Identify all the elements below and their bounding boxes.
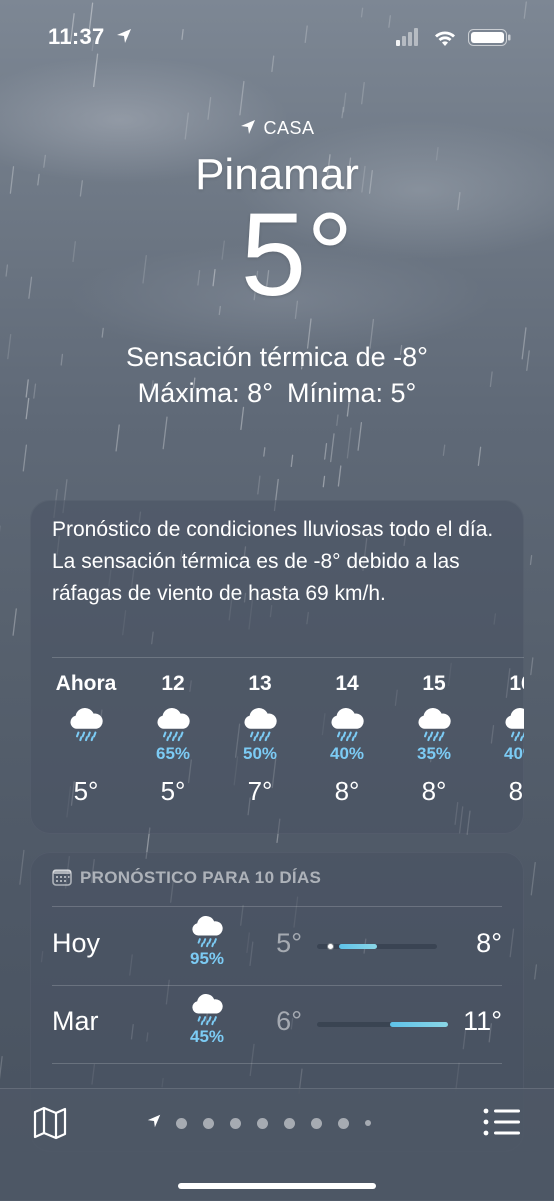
hour-item: 14 40% 8° [307, 672, 387, 807]
rain-cloud-icon [394, 706, 474, 742]
ten-day-title: PRONÓSTICO PARA 10 DÍAS [80, 868, 321, 887]
day-row[interactable]: Mar 45% 6° 11° [52, 986, 502, 1062]
rain-cloud-icon: 95% [182, 916, 232, 969]
rain-cloud-icon [481, 706, 524, 742]
forecast-summary: Pronóstico de condiciones lluviosas todo… [52, 514, 507, 610]
rain-cloud-icon [220, 706, 300, 742]
high-low: Máxima: 8° Mínima: 5° [0, 378, 554, 409]
list-icon[interactable] [482, 1107, 522, 1137]
location-arrow-icon [115, 27, 133, 45]
hour-label: 16 [481, 672, 524, 702]
hour-temp: 5° [46, 776, 126, 807]
hourly-list[interactable]: Ahora 5° 12 65% 5° 13 50% 7° 14 40% 8° 15 35% 8° 16 40%… [30, 672, 524, 822]
current-temperature: 5° [0, 196, 554, 314]
current-temp-marker [327, 943, 334, 950]
map-icon[interactable] [30, 1105, 70, 1141]
wifi-icon [435, 32, 455, 47]
location-label-text: CASA [263, 118, 314, 138]
day-name: Mar [52, 1006, 99, 1037]
precip-chance: 50% [220, 744, 300, 766]
hour-temp: 8° [481, 776, 524, 807]
day-name: Hoy [52, 928, 100, 959]
high-temp: Máxima: 8° [138, 378, 273, 408]
hour-label: Ahora [46, 672, 126, 702]
page-dot[interactable] [257, 1118, 268, 1129]
location-arrow-icon [239, 118, 257, 136]
bottom-toolbar [0, 1088, 554, 1201]
battery-icon [469, 30, 511, 46]
rain-cloud-icon: 45% [182, 994, 232, 1047]
page-dot[interactable] [338, 1118, 349, 1129]
precip-chance: 65% [133, 744, 213, 766]
temp-range-bar [317, 1022, 437, 1027]
page-dot[interactable] [365, 1120, 371, 1126]
hour-item: Ahora 5° [46, 672, 126, 807]
precip-chance: 40% [307, 744, 387, 766]
rain-cloud-icon [46, 706, 126, 742]
day-high-temp: 8° [476, 928, 502, 959]
status-icons [396, 26, 516, 48]
hour-label: 13 [220, 672, 300, 702]
hourly-forecast-card[interactable]: Pronóstico de condiciones lluviosas todo… [30, 500, 524, 834]
page-dot[interactable] [284, 1118, 295, 1129]
signal-icon [396, 28, 418, 46]
divider [52, 657, 524, 658]
temp-range-bar [317, 944, 437, 949]
page-dot[interactable] [230, 1118, 241, 1129]
hour-label: 14 [307, 672, 387, 702]
page-dot[interactable] [176, 1118, 187, 1129]
temp-range-fill [339, 944, 377, 949]
day-low-temp: 6° [252, 1006, 302, 1037]
ten-day-header: PRONÓSTICO PARA 10 DÍAS [52, 868, 321, 888]
day-low-temp: 5° [252, 928, 302, 959]
hour-temp: 5° [133, 776, 213, 807]
status-time-text: 11:37 [48, 24, 105, 49]
hour-temp: 8° [394, 776, 474, 807]
rain-cloud-icon [133, 706, 213, 742]
precip-chance: 95% [182, 949, 232, 969]
temp-range-fill [390, 1022, 448, 1027]
current-location-page-icon[interactable] [146, 1113, 162, 1134]
status-time: 11:37 [48, 24, 133, 50]
precip-chance: 35% [394, 744, 474, 766]
hour-label: 12 [133, 672, 213, 702]
day-high-temp: 11° [463, 1006, 502, 1037]
page-dot[interactable] [311, 1118, 322, 1129]
feels-like: Sensación térmica de -8° [0, 342, 554, 373]
divider [52, 1063, 502, 1064]
page-indicator[interactable] [146, 1113, 387, 1133]
hour-item: 15 35% 8° [394, 672, 474, 807]
rain-cloud-icon [307, 706, 387, 742]
calendar-icon [52, 868, 72, 886]
hour-temp: 7° [220, 776, 300, 807]
hour-item: 16 40% 8° [481, 672, 524, 807]
hour-item: 12 65% 5° [133, 672, 213, 807]
home-indicator[interactable] [178, 1183, 376, 1189]
low-temp: Mínima: 5° [287, 378, 416, 408]
hour-label: 15 [394, 672, 474, 702]
day-row[interactable]: Hoy 95% 5° 8° [52, 908, 502, 984]
divider [52, 906, 502, 907]
hour-temp: 8° [307, 776, 387, 807]
precip-chance [46, 744, 126, 766]
precip-chance: 45% [182, 1027, 232, 1047]
location-label: CASA [0, 118, 554, 139]
precip-chance: 40% [481, 744, 524, 766]
hour-item: 13 50% 7° [220, 672, 300, 807]
page-dot[interactable] [203, 1118, 214, 1129]
